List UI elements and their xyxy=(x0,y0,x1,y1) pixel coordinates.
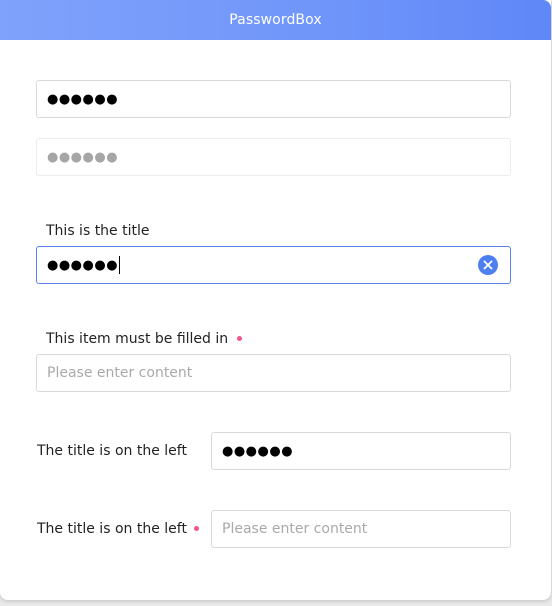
left-required-field-title: The title is on the left xyxy=(37,521,199,537)
password-value-titled: ●●●●●● xyxy=(47,257,119,273)
required-dot-icon xyxy=(193,525,199,531)
close-circle-icon[interactable] xyxy=(478,255,498,275)
passwordbox-window: PasswordBox ●●●●●● ●●●●●● This is the ti… xyxy=(0,0,551,600)
required-field-title-text: This item must be filled in xyxy=(46,331,229,347)
password-box[interactable]: ●●●●●● xyxy=(36,80,511,118)
window-title: PasswordBox xyxy=(229,12,322,28)
field-title: This is the title xyxy=(46,223,150,239)
placeholder-text: Please enter content xyxy=(47,365,193,381)
left-field-title: The title is on the left xyxy=(37,443,187,459)
password-box-left-title[interactable]: ●●●●●● xyxy=(211,432,511,470)
password-value-disabled: ●●●●●● xyxy=(47,149,119,165)
password-box-titled[interactable]: ●●●●●● xyxy=(36,246,511,284)
left-required-field-title-text: The title is on the left xyxy=(37,521,187,537)
password-box-left-required[interactable]: Please enter content xyxy=(211,510,511,548)
password-box-required[interactable]: Please enter content xyxy=(36,354,511,392)
password-box-disabled: ●●●●●● xyxy=(36,138,511,176)
title-bar[interactable]: PasswordBox xyxy=(0,0,551,40)
password-value-left-title: ●●●●●● xyxy=(222,443,294,459)
text-caret xyxy=(119,256,121,274)
required-dot-icon xyxy=(237,335,243,341)
placeholder-text-left: Please enter content xyxy=(222,521,368,537)
password-value: ●●●●●● xyxy=(47,91,119,107)
required-field-title: This item must be filled in xyxy=(46,331,243,347)
